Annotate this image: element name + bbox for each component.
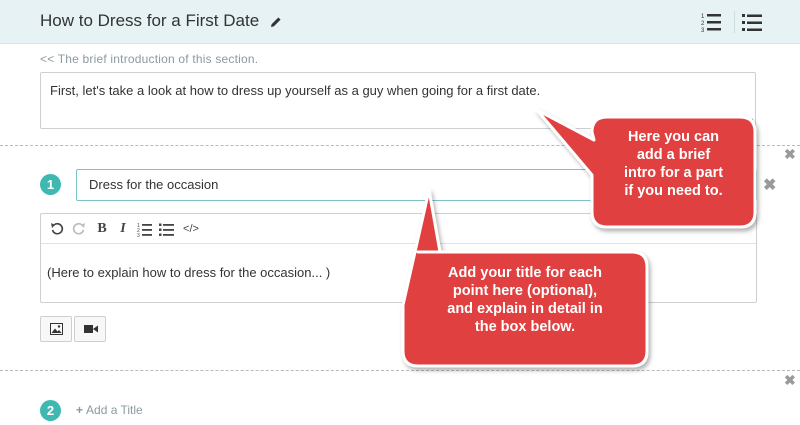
resize-grip-icon[interactable] bbox=[745, 118, 753, 126]
callout-intro-line: if you need to. bbox=[624, 183, 723, 200]
add-title-link[interactable]: + Add a Title bbox=[76, 403, 143, 417]
bullet-list-icon[interactable] bbox=[741, 11, 763, 33]
undo-icon[interactable] bbox=[49, 221, 65, 237]
ordered-list-icon[interactable]: 1 2 3 bbox=[137, 221, 153, 237]
svg-text:3: 3 bbox=[701, 28, 705, 33]
callout-title-line: Add your title for each bbox=[448, 265, 602, 281]
svg-text:1: 1 bbox=[701, 14, 705, 20]
header-divider bbox=[734, 11, 735, 33]
add-title-label: Add a Title bbox=[86, 403, 143, 417]
redo-icon[interactable] bbox=[71, 221, 87, 237]
remove-point-icon[interactable]: ✖ bbox=[763, 178, 776, 194]
page-title-text: How to Dress for a First Date bbox=[40, 11, 260, 30]
image-icon bbox=[50, 323, 63, 335]
insert-image-button[interactable] bbox=[40, 316, 72, 342]
callout-title-line: the box below. bbox=[474, 319, 576, 336]
editor-toolbar: B I 1 2 3 </> bbox=[41, 214, 756, 244]
section-number-2: 2 bbox=[40, 400, 61, 421]
svg-text:2: 2 bbox=[701, 21, 705, 27]
intro-textarea[interactable]: First, let's take a look at how to dress… bbox=[40, 72, 756, 129]
page-title: How to Dress for a First Date bbox=[40, 11, 282, 31]
close-icon[interactable]: ✖ bbox=[784, 373, 796, 387]
unordered-list-icon[interactable] bbox=[159, 221, 175, 237]
callout-title-line: and explain in detail in bbox=[447, 301, 603, 318]
pencil-icon[interactable] bbox=[270, 16, 282, 28]
callout-intro-text: Here you can add a brief intro for a par… bbox=[592, 128, 755, 201]
callout-intro-line: Here you can bbox=[627, 129, 720, 145]
intro-text: First, let's take a look at how to dress… bbox=[50, 83, 541, 98]
callout-title-text: Add your title for each point here (opti… bbox=[403, 264, 647, 337]
section-divider bbox=[0, 370, 800, 371]
plus-icon: + bbox=[76, 403, 84, 417]
insert-video-button[interactable] bbox=[74, 316, 106, 342]
callout-intro-line: add a brief bbox=[636, 147, 711, 164]
numbered-list-icon[interactable]: 1 2 3 bbox=[700, 11, 722, 33]
callout-intro-line: intro for a part bbox=[623, 165, 724, 182]
section-header: How to Dress for a First Date 1 2 3 bbox=[0, 0, 800, 44]
callout-title-line: point here (optional), bbox=[452, 283, 598, 300]
intro-hint: << The brief introduction of this sectio… bbox=[40, 52, 259, 66]
editor-body-text: (Here to explain how to dress for the oc… bbox=[47, 265, 331, 280]
bold-icon[interactable]: B bbox=[94, 221, 110, 237]
close-icon[interactable]: ✖ bbox=[784, 147, 796, 161]
code-icon[interactable]: </> bbox=[183, 221, 199, 237]
svg-text:3: 3 bbox=[137, 233, 140, 237]
italic-icon[interactable]: I bbox=[115, 221, 131, 237]
video-camera-icon bbox=[84, 325, 98, 333]
section-number-1: 1 bbox=[40, 174, 61, 195]
rich-text-editor[interactable]: B I 1 2 3 </> (Here to explain how to dr… bbox=[40, 213, 757, 303]
